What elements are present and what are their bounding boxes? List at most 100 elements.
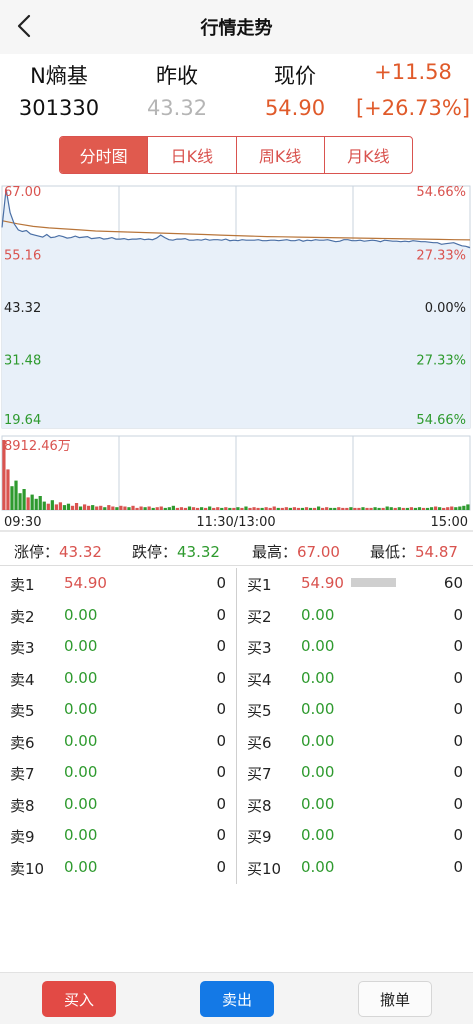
volume-bar (224, 507, 228, 510)
stock-name: N熵基 (30, 64, 88, 88)
volume-bar (131, 505, 135, 510)
sell-order-row[interactable]: 卖7 0.00 0 (0, 757, 236, 788)
intraday-chart[interactable]: 67.00 55.16 43.32 31.48 19.64 54.66% 27.33% 0.0… (0, 182, 473, 532)
tab-daily-k[interactable]: 日K线 (147, 137, 235, 173)
volume-bar (195, 507, 200, 510)
volume-bar (369, 507, 373, 510)
buy-order-row[interactable]: 买3 0.00 0 (237, 631, 473, 662)
buy-button[interactable]: 买入 (42, 981, 116, 1017)
buy-order-row[interactable]: 买8 0.00 0 (237, 789, 473, 820)
sell-order-row[interactable]: 卖3 0.00 0 (0, 631, 236, 662)
buy-order-row[interactable]: 买10 0.00 0 (237, 852, 473, 883)
volume-bar (413, 507, 418, 510)
volume-bar (244, 506, 248, 510)
sell-price: 54.90 (64, 574, 107, 592)
volume-bar (333, 507, 337, 510)
sell-order-row[interactable]: 卖4 0.00 0 (0, 663, 236, 694)
buy-order-row[interactable]: 买6 0.00 0 (237, 726, 473, 757)
tab-intraday[interactable]: 分时图 (60, 137, 148, 173)
buy-level-label: 买10 (247, 859, 282, 878)
sell-order-row[interactable]: 卖1 54.90 0 (0, 568, 236, 599)
volume-bar (288, 507, 292, 510)
volume-bar (232, 507, 236, 510)
sell-level-label: 卖1 (10, 576, 35, 594)
volume-bar (256, 507, 260, 510)
tab-weekly-k[interactable]: 周K线 (235, 137, 324, 173)
y-axis-left-label: 67.00 (4, 185, 41, 200)
buy-price: 0.00 (301, 763, 335, 781)
buy-level-label: 买1 (247, 576, 272, 594)
buy-order-row[interactable]: 买4 0.00 0 (237, 663, 473, 694)
volume-bar (276, 507, 280, 510)
volume-bar (66, 503, 71, 510)
sell-level-label: 卖10 (10, 859, 45, 878)
sell-order-row[interactable]: 卖9 0.00 0 (0, 820, 236, 851)
volume-bar (74, 503, 79, 510)
buy-order-row[interactable]: 买5 0.00 0 (237, 694, 473, 725)
sell-level-label: 卖6 (10, 733, 35, 752)
sell-order-row[interactable]: 卖2 0.00 0 (0, 600, 236, 631)
sell-level-label: 卖4 (10, 670, 35, 689)
buy-order-row[interactable]: 买2 0.00 0 (237, 600, 473, 631)
volume-bar (252, 507, 256, 510)
top-bar: 行情走势 (0, 0, 473, 54)
buy-level-label: 买5 (247, 702, 272, 720)
volume-bar (14, 480, 18, 510)
sell-level-label: 卖7 (10, 765, 35, 783)
sell-order-row[interactable]: 卖6 0.00 0 (0, 726, 236, 757)
x-axis-label: 09:30 (4, 515, 41, 530)
sell-volume: 0 (216, 794, 226, 813)
high-label: 最高： (252, 543, 298, 561)
buy-price: 0.00 (301, 794, 335, 813)
volume-bar (163, 507, 167, 510)
high-stat: 最高：67.00 (252, 541, 340, 562)
volume-bar (292, 507, 297, 510)
sell-price: 0.00 (64, 637, 98, 655)
sell-level-label: 卖2 (10, 607, 35, 626)
buy-volume: 0 (453, 605, 463, 624)
order-book: 卖1 54.90 0 卖2 0.00 0 卖3 0.00 0 卖4 0.00 0 卖5 0.00 0 卖6 0.… (0, 568, 473, 884)
buy-volume: 60 (443, 574, 463, 592)
volume-bar (99, 505, 103, 510)
volume-bar (284, 507, 288, 510)
buy-volume: 0 (453, 857, 463, 876)
volume-bar (228, 507, 232, 510)
volume-bar (450, 506, 454, 510)
sell-volume: 0 (216, 731, 226, 750)
volume-bar (123, 506, 127, 510)
buy-price: 0.00 (301, 857, 335, 876)
volume-bar (248, 507, 252, 510)
volume-bar (417, 507, 422, 510)
buy-volume: 0 (453, 794, 463, 813)
volume-bar (82, 504, 87, 510)
limit-up-label: 涨停： (14, 543, 60, 561)
volume-bar (22, 489, 26, 510)
buy-level-label: 买2 (247, 607, 272, 626)
volume-bar (458, 506, 462, 510)
cancel-order-button[interactable]: 撤单 (358, 981, 432, 1017)
volume-bar (361, 507, 365, 510)
volume-bar (296, 507, 301, 510)
sell-price: 0.00 (64, 826, 98, 844)
sell-order-row[interactable]: 卖5 0.00 0 (0, 694, 236, 725)
volume-bar (50, 500, 54, 510)
volume-bar (46, 503, 50, 510)
volume-bar (87, 505, 91, 510)
sell-order-row[interactable]: 卖8 0.00 0 (0, 789, 236, 820)
buy-price: 0.00 (301, 668, 335, 687)
buy-order-row[interactable]: 买7 0.00 0 (237, 757, 473, 788)
sell-button[interactable]: 卖出 (200, 981, 274, 1017)
tab-monthly-k[interactable]: 月K线 (323, 137, 412, 173)
volume-bar (393, 507, 397, 510)
sell-level-label: 卖9 (10, 828, 35, 846)
sell-order-row[interactable]: 卖10 0.00 0 (0, 852, 236, 883)
buy-order-row[interactable]: 买9 0.00 0 (237, 820, 473, 851)
chart-tabs: 分时图 日K线 周K线 月K线 (59, 136, 413, 174)
volume-bar (171, 505, 175, 510)
volume-bar (208, 506, 212, 510)
intraday-chart-svg: 67.00 55.16 43.32 31.48 19.64 54.66% 27.33% 0.0… (0, 185, 473, 532)
y-axis-left-label: 43.32 (4, 301, 41, 316)
buy-order-row[interactable]: 买1 54.90 60 (237, 568, 473, 599)
volume-bar (151, 507, 155, 510)
depth-bar (351, 578, 396, 587)
